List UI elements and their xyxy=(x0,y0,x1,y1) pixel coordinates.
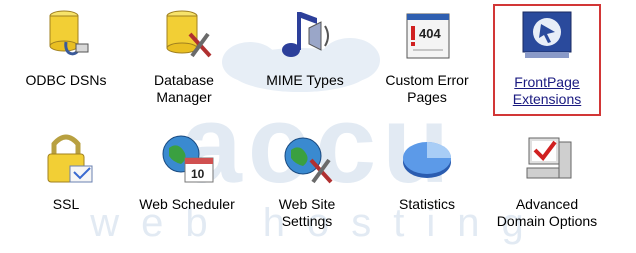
database-manager-label: Database Manager xyxy=(154,72,214,105)
database-tools-icon xyxy=(166,10,212,58)
frontpage-extensions-label: FrontPage Extensions xyxy=(512,74,582,107)
mime-types-item[interactable]: MIME Types xyxy=(245,4,365,116)
advanced-domain-options-label: Advanced Domain Options xyxy=(496,196,598,229)
error-404-page-icon: 404 xyxy=(406,13,450,59)
odbc-dsns-item[interactable]: ODBC DSNs xyxy=(6,4,126,116)
statistics-label: Statistics xyxy=(398,196,455,212)
custom-error-pages-label: Custom Error Pages xyxy=(385,72,469,105)
svg-text:10: 10 xyxy=(191,167,205,181)
web-site-settings-item[interactable]: Web Site Settings xyxy=(247,128,367,240)
ssl-label: SSL xyxy=(52,196,80,212)
odbc-dsns-label: ODBC DSNs xyxy=(25,72,107,88)
web-site-settings-label: Web Site Settings xyxy=(278,196,336,229)
globe-calendar-icon: 10 xyxy=(162,135,214,183)
padlock-certificate-icon xyxy=(47,134,93,183)
music-speaker-icon xyxy=(282,12,329,57)
database-plug-icon xyxy=(49,10,89,56)
web-scheduler-item[interactable]: 10 Web Scheduler xyxy=(127,128,247,240)
frontpage-icon xyxy=(522,11,572,58)
pie-chart-icon xyxy=(403,142,451,178)
custom-error-pages-item[interactable]: 404 Custom Error Pages xyxy=(367,4,487,116)
svg-text:404: 404 xyxy=(419,26,441,41)
advanced-domain-options-item[interactable]: Advanced Domain Options xyxy=(487,128,607,240)
computer-checkmark-icon xyxy=(526,137,572,179)
globe-tools-icon xyxy=(284,137,333,184)
ssl-item[interactable]: SSL xyxy=(6,128,126,240)
mime-types-label: MIME Types xyxy=(266,72,344,88)
database-manager-item[interactable]: Database Manager xyxy=(124,4,244,116)
frontpage-extensions-item[interactable]: FrontPage Extensions xyxy=(493,4,601,116)
web-scheduler-label: Web Scheduler xyxy=(139,196,235,212)
statistics-item[interactable]: Statistics xyxy=(367,128,487,240)
